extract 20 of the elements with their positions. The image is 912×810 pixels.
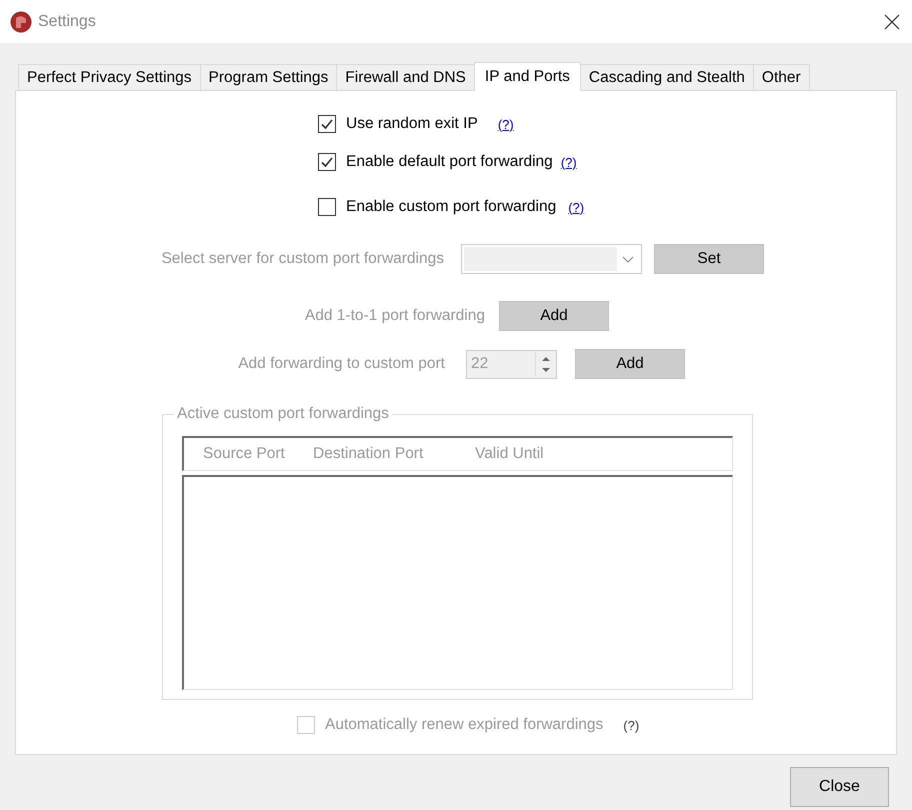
group-title: Active custom port forwardings <box>176 405 390 423</box>
checkbox[interactable] <box>318 115 336 133</box>
help-link[interactable]: (?) <box>560 154 577 170</box>
tab[interactable]: Perfect Privacy Settings <box>18 64 201 90</box>
app-logo-icon <box>10 10 32 32</box>
checkbox[interactable] <box>318 153 336 171</box>
field-label: Select server for custom port forwardings <box>160 250 444 268</box>
help-link[interactable]: (?) <box>498 116 514 132</box>
tab[interactable]: Other <box>752 64 810 90</box>
field-label: Add 1-to-1 port forwarding <box>304 307 485 325</box>
window-title: Settings <box>38 12 97 30</box>
field-label: Add forwarding to custom port <box>237 355 445 373</box>
close-icon[interactable] <box>884 14 900 30</box>
checkbox[interactable] <box>318 198 336 216</box>
checkbox-label[interactable]: Use random exit IP <box>346 115 478 133</box>
help-link[interactable]: (?) <box>568 200 584 214</box>
checkbox-label[interactable]: Enable custom port forwarding <box>346 198 556 216</box>
close-button[interactable]: Close <box>790 767 889 807</box>
tab[interactable]: IP and Ports <box>474 62 581 91</box>
checkbox-label[interactable]: Enable default port forwarding <box>346 153 553 171</box>
